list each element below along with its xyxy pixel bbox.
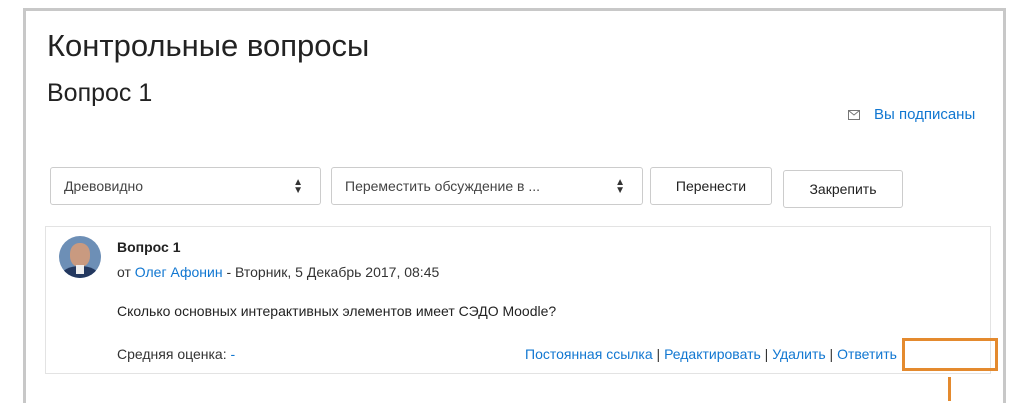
reply-callout-line bbox=[948, 377, 951, 401]
subscription-link[interactable]: Вы подписаны bbox=[848, 106, 975, 123]
post-byline: от Олег Афонин - Вторник, 5 Декабрь 2017… bbox=[117, 264, 439, 280]
discussion-title: Вопрос 1 bbox=[47, 79, 153, 107]
author-avatar[interactable] bbox=[59, 236, 101, 278]
command-separator: | bbox=[829, 346, 834, 362]
post-commands: Постоянная ссылка | Редактировать | Удал… bbox=[525, 346, 897, 362]
post-subject: Вопрос 1 bbox=[117, 239, 181, 255]
subscription-label[interactable]: Вы подписаны bbox=[874, 106, 975, 123]
delete-link[interactable]: Удалить bbox=[772, 346, 825, 362]
permalink-link[interactable]: Постоянная ссылка bbox=[525, 346, 653, 362]
envelope-icon bbox=[848, 109, 860, 120]
edit-link[interactable]: Редактировать bbox=[664, 346, 761, 362]
command-separator: | bbox=[764, 346, 769, 362]
reply-highlight-box bbox=[902, 338, 998, 371]
reply-link[interactable]: Ответить bbox=[837, 346, 897, 362]
move-button[interactable]: Перенести bbox=[650, 167, 772, 205]
sort-caret-icon: ▲ ▼ bbox=[615, 177, 625, 196]
rating-label: Средняя оценка: bbox=[117, 346, 227, 362]
avatar-face bbox=[70, 243, 90, 267]
move-discussion-select[interactable]: Переместить обсуждение в ... ▲ ▼ bbox=[331, 167, 643, 205]
rating-summary: Средняя оценка: - bbox=[117, 346, 235, 362]
display-mode-select[interactable]: Древовидно ▲ ▼ bbox=[50, 167, 321, 205]
command-separator: | bbox=[656, 346, 661, 362]
post-date: - Вторник, 5 Декабрь 2017, 08:45 bbox=[226, 264, 440, 280]
pin-button[interactable]: Закрепить bbox=[783, 170, 903, 208]
move-discussion-value: Переместить обсуждение в ... bbox=[345, 178, 541, 194]
by-prefix: от bbox=[117, 264, 131, 280]
forum-title: Контрольные вопросы bbox=[47, 28, 370, 63]
author-link[interactable]: Олег Афонин bbox=[135, 264, 223, 280]
display-mode-value: Древовидно bbox=[64, 178, 144, 194]
sort-caret-icon: ▲ ▼ bbox=[293, 177, 303, 196]
avatar-collar bbox=[76, 265, 84, 274]
rating-value-link[interactable]: - bbox=[231, 346, 236, 362]
post-message: Сколько основных интерактивных элементов… bbox=[117, 303, 557, 319]
